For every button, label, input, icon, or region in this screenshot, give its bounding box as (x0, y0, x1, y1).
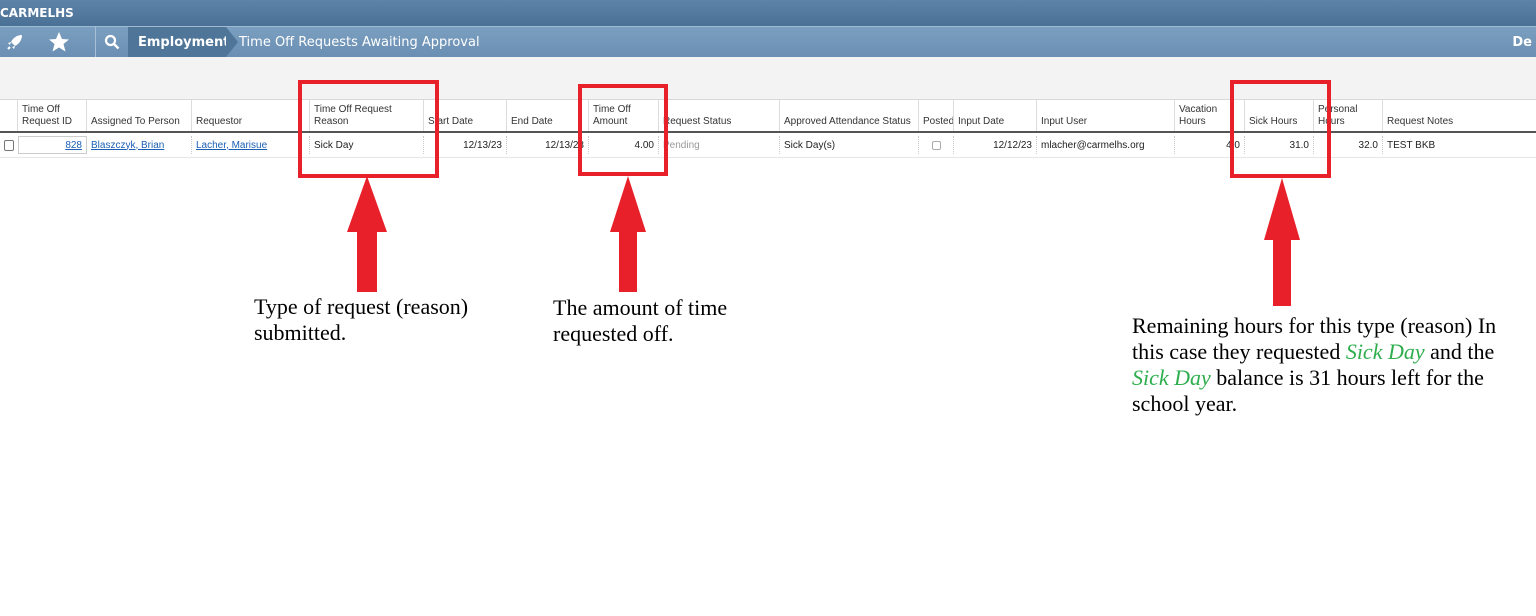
rocket-icon[interactable] (0, 27, 30, 57)
header-request-id[interactable]: Time Off Request ID (18, 100, 87, 131)
row-checkbox[interactable] (4, 139, 14, 151)
breadcrumb-employment[interactable]: Employment (128, 27, 238, 57)
arrow-up-icon (1264, 178, 1300, 306)
cell-request-status: Pending (659, 136, 780, 154)
nav-bar: Employment Time Off Requests Awaiting Ap… (0, 26, 1536, 57)
posted-checkbox (931, 140, 941, 150)
note-text: and the (1424, 339, 1495, 364)
star-icon[interactable] (44, 27, 74, 57)
note-highlight: Sick Day (1132, 365, 1211, 390)
select-column-header (0, 100, 18, 131)
top-bar: CARMELHS (0, 0, 1536, 26)
header-request-notes[interactable]: Request Notes (1383, 100, 1536, 131)
header-requestor[interactable]: Requestor (192, 100, 310, 131)
requestor-link[interactable]: Lacher, Marisue (196, 140, 267, 151)
annotation-sick-balance: Remaining hours for this type (reason) I… (1132, 313, 1502, 417)
cell-posted (919, 136, 954, 154)
cell-request-id[interactable]: 828 (18, 136, 87, 154)
cell-request-notes: TEST BKB (1387, 139, 1436, 151)
org-name: CARMELHS (0, 6, 74, 20)
row-select[interactable] (0, 136, 18, 154)
cell-assigned-to[interactable]: Blaszczyk, Brian (87, 136, 192, 154)
assigned-person-link[interactable]: Blaszczyk, Brian (91, 140, 164, 151)
highlight-box-reason (298, 80, 439, 178)
cell-input-date: 12/12/23 (954, 136, 1037, 154)
request-id-link[interactable]: 828 (65, 140, 82, 151)
annotation-reason: Type of request (reason) submitted. (254, 294, 469, 345)
header-assigned-to[interactable]: Assigned To Person (87, 100, 192, 131)
header-input-date[interactable]: Input Date (954, 100, 1037, 131)
arrow-up-icon (610, 176, 646, 292)
user-menu[interactable]: De (1512, 27, 1532, 57)
highlight-box-sick-hours (1230, 80, 1331, 178)
header-posted[interactable]: Posted (919, 100, 954, 131)
header-input-user[interactable]: Input User (1037, 100, 1175, 131)
highlight-box-amount (578, 84, 668, 176)
note-highlight: Sick Day (1345, 339, 1425, 364)
cell-attendance-status: Sick Day(s) (780, 136, 919, 154)
page-title: Time Off Requests Awaiting Approval (239, 34, 480, 50)
cell-requestor[interactable]: Lacher, Marisue (192, 136, 310, 154)
nav-divider (95, 27, 96, 57)
header-attendance-status[interactable]: Approved Attendance Status (780, 100, 919, 131)
arrow-up-icon (347, 176, 387, 292)
cell-end-date: 12/13/23 (507, 136, 589, 154)
annotation-amount: The amount of time requested off. (553, 295, 728, 346)
cell-input-user: mlacher@carmelhs.org (1037, 136, 1175, 154)
header-request-status[interactable]: Request Status (659, 100, 780, 131)
header-end-date[interactable]: End Date (507, 100, 589, 131)
search-icon[interactable] (97, 27, 127, 57)
